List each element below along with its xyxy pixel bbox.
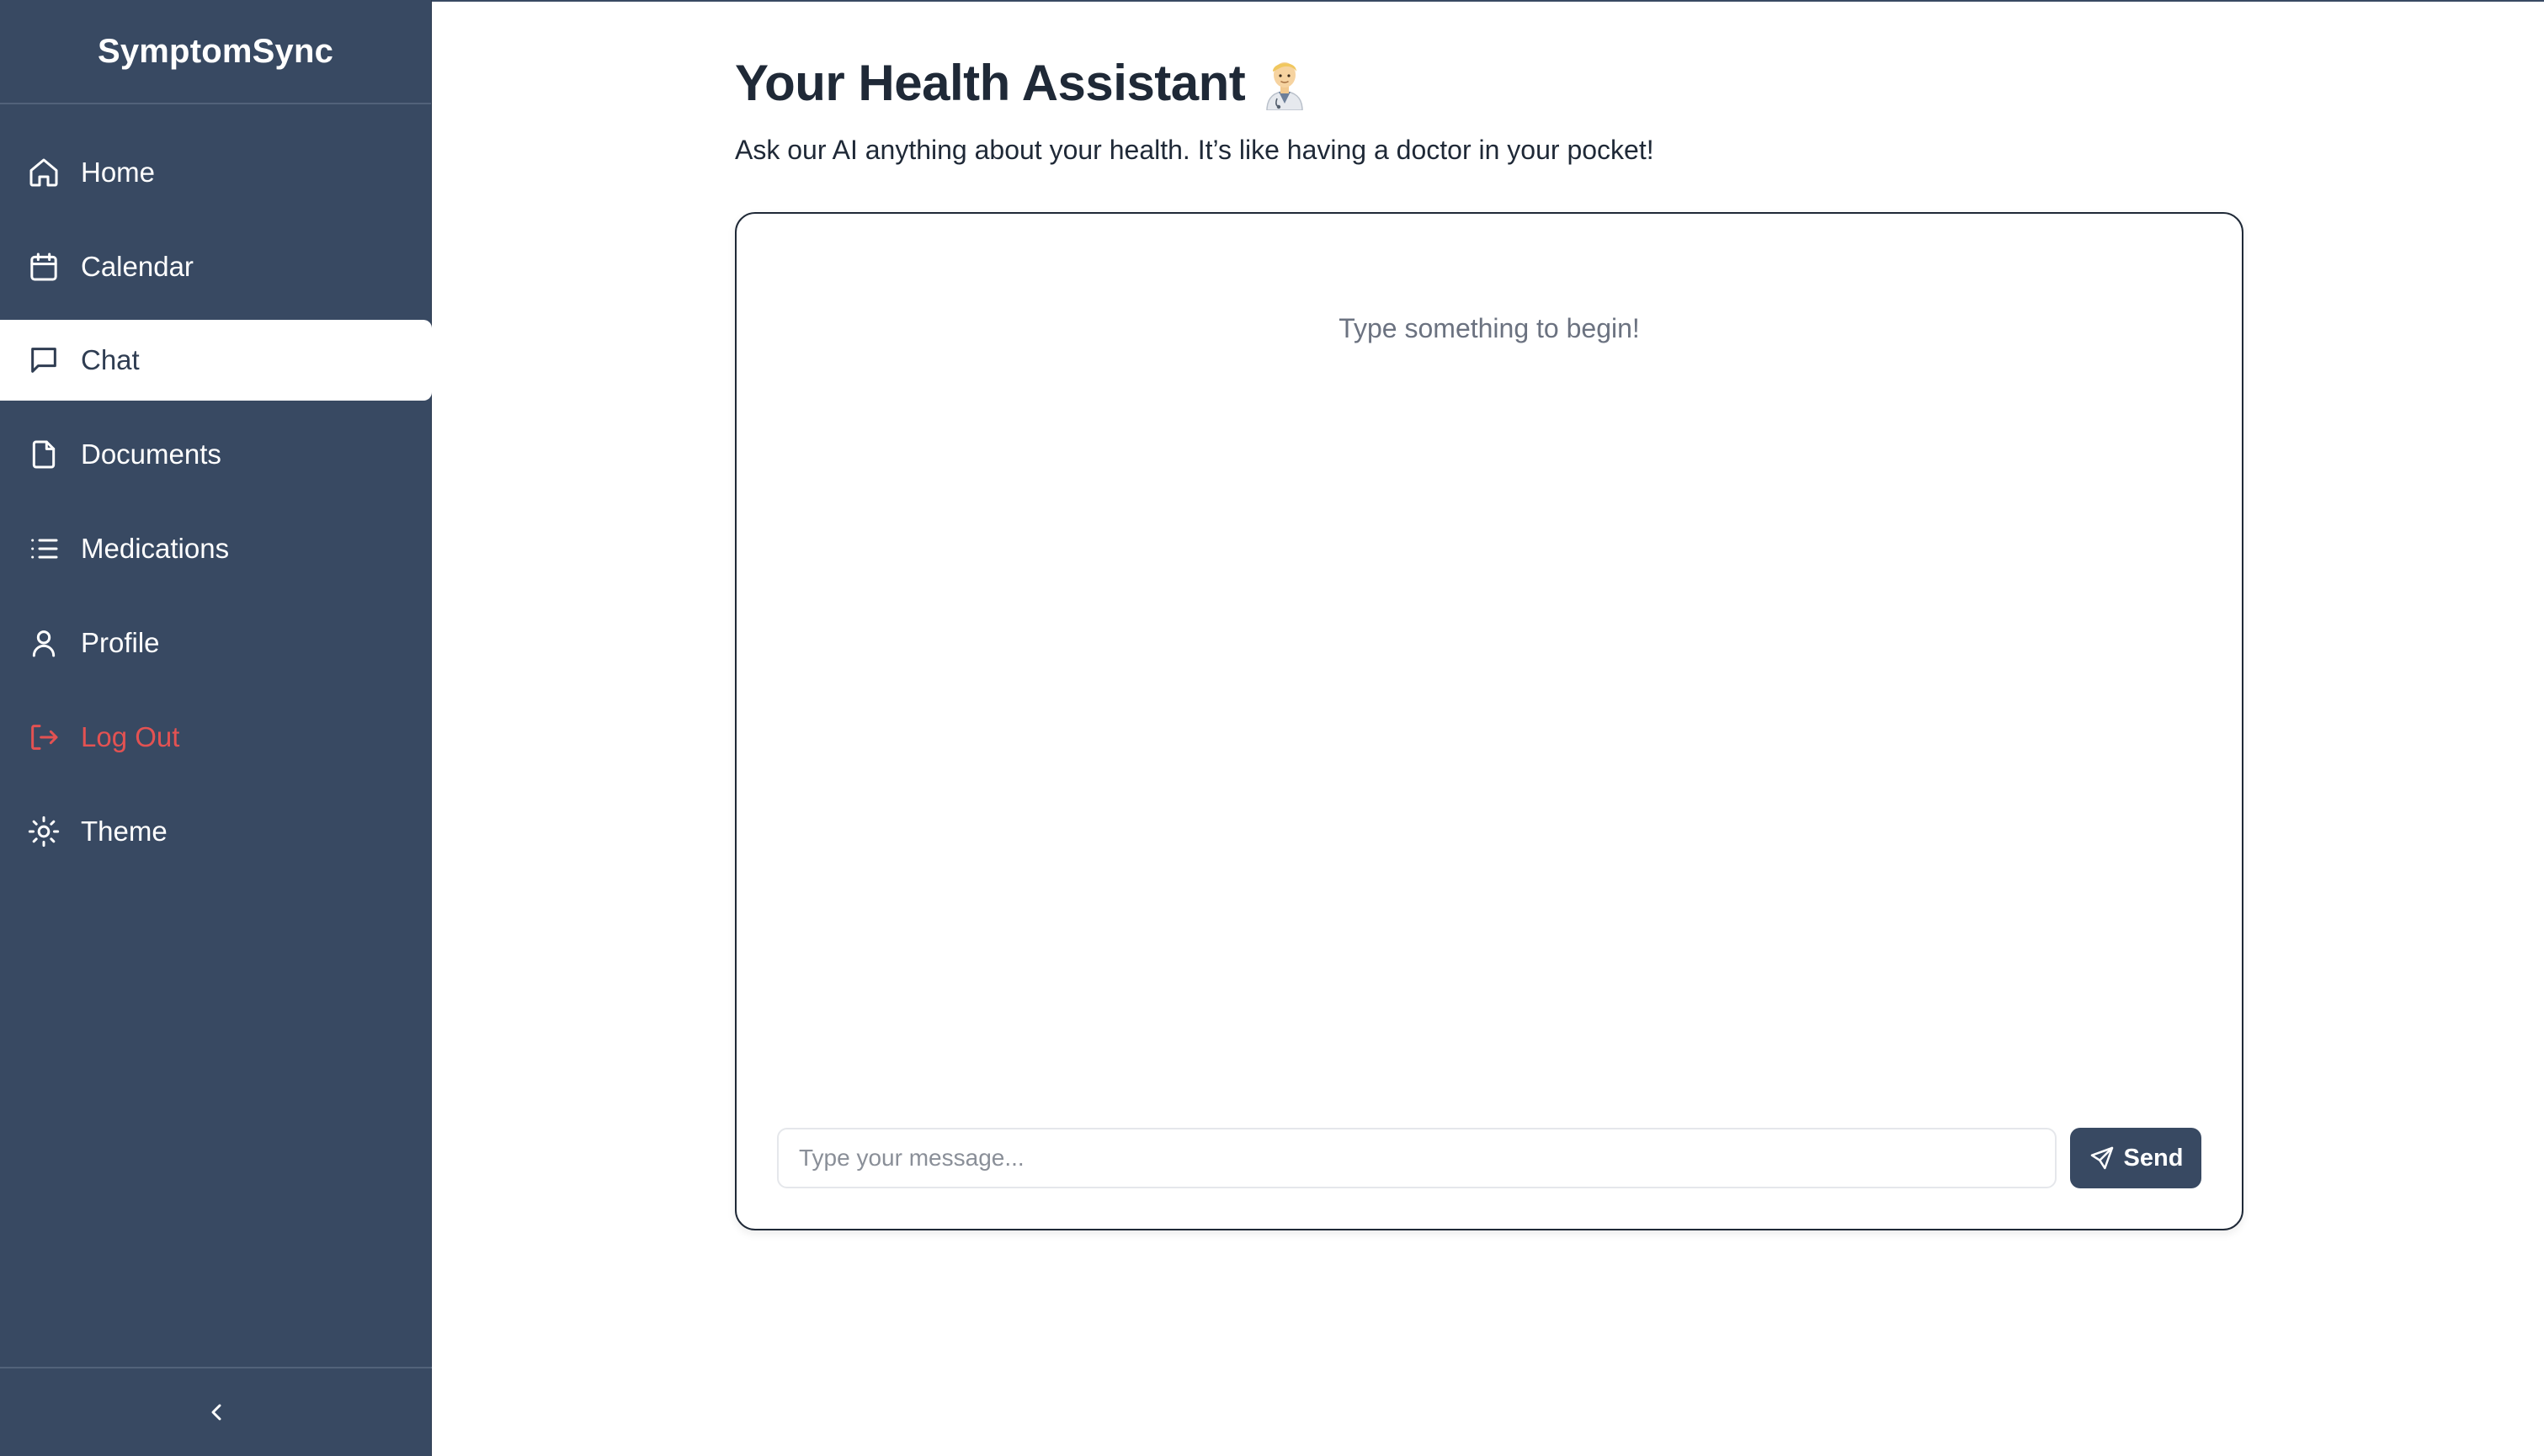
sidebar-item-home[interactable]: Home xyxy=(0,132,432,213)
sidebar: SymptomSync Home Calendar Chat Documents… xyxy=(0,0,432,1456)
sidebar-item-label: Calendar xyxy=(81,251,194,282)
sidebar-item-profile[interactable]: Profile xyxy=(0,603,432,683)
sidebar-item-label: Log Out xyxy=(81,721,180,752)
message-composer: Send xyxy=(777,1128,2201,1188)
send-button-label: Send xyxy=(2123,1144,2184,1172)
empty-chat-hint: Type something to begin! xyxy=(1339,313,1640,343)
sun-icon xyxy=(27,815,61,848)
main-content: Your Health Assistant Ask our AI anythin… xyxy=(432,0,2544,1456)
user-icon xyxy=(27,626,61,660)
brand-title: SymptomSync xyxy=(0,0,431,104)
send-icon xyxy=(2089,1145,2116,1172)
chat-icon xyxy=(27,343,61,377)
home-icon xyxy=(27,156,61,189)
logout-icon xyxy=(27,720,61,754)
sidebar-item-label: Chat xyxy=(81,344,140,375)
sidebar-item-documents[interactable]: Documents xyxy=(0,414,432,495)
message-input[interactable] xyxy=(777,1128,2057,1188)
chevron-left-icon xyxy=(211,1404,221,1421)
sidebar-footer xyxy=(0,1367,432,1456)
send-button[interactable]: Send xyxy=(2070,1128,2201,1188)
list-icon xyxy=(27,532,61,566)
calendar-icon xyxy=(27,250,61,284)
sidebar-item-label: Profile xyxy=(81,627,160,658)
sidebar-item-theme[interactable]: Theme xyxy=(0,791,432,872)
sidebar-item-label: Documents xyxy=(81,438,221,470)
sidebar-item-medications[interactable]: Medications xyxy=(0,508,432,589)
sidebar-item-calendar[interactable]: Calendar xyxy=(0,226,432,307)
sidebar-item-label: Medications xyxy=(81,533,230,564)
collapse-sidebar-button[interactable] xyxy=(191,1387,242,1437)
document-icon xyxy=(27,438,61,471)
sidebar-item-logout[interactable]: Log Out xyxy=(0,697,432,778)
page-title: Your Health Assistant xyxy=(735,55,1246,111)
doctor-emoji-icon xyxy=(1266,61,1304,110)
sidebar-item-label: Theme xyxy=(81,816,168,847)
chat-panel: Type something to begin! Send xyxy=(735,212,2243,1230)
page-subtitle: Ask our AI anything about your health. I… xyxy=(735,135,1654,165)
app-window: SymptomSync Home Calendar Chat Documents… xyxy=(0,0,2544,1456)
title-row: Your Health Assistant xyxy=(735,54,1309,112)
sidebar-item-chat[interactable]: Chat xyxy=(0,320,432,401)
sidebar-item-label: Home xyxy=(81,157,156,188)
